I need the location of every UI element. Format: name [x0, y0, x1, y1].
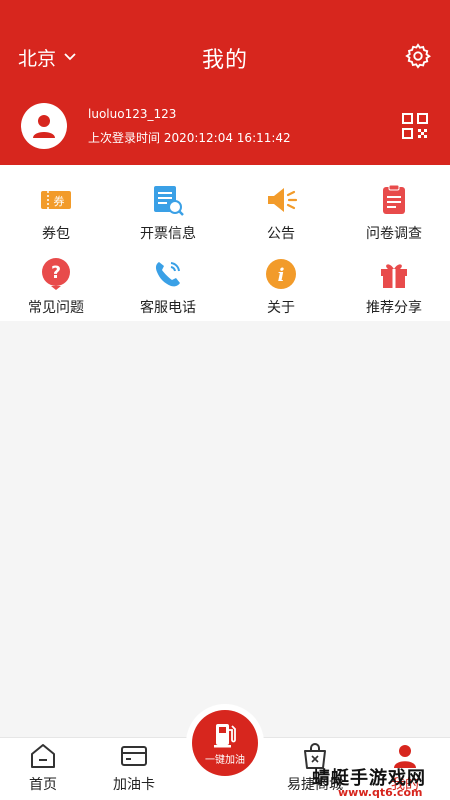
- grid-item-coupon[interactable]: 券 券包: [0, 173, 112, 245]
- question-icon: ?: [42, 258, 70, 290]
- gear-icon[interactable]: [404, 42, 432, 70]
- tab-label: 首页: [29, 777, 57, 793]
- profile-header: 北京 我的 luoluo123_123 上次登录时间 2020:12:04 16…: [0, 0, 450, 165]
- fuel-pump-icon: [214, 723, 236, 747]
- grid-item-label: 推荐分享: [366, 300, 422, 316]
- user-icon: [33, 115, 55, 138]
- one-click-refuel-button[interactable]: 一键加油: [192, 710, 258, 776]
- svg-text:i: i: [278, 265, 285, 286]
- grid-item-label: 客服电话: [140, 300, 196, 316]
- card-icon: [121, 746, 147, 766]
- grid-item-label: 公告: [267, 226, 295, 242]
- survey-icon: [383, 184, 405, 214]
- grid-item-label: 券包: [42, 226, 70, 242]
- grid-item-survey[interactable]: 问卷调查: [338, 173, 450, 245]
- qr-code-icon[interactable]: [401, 112, 429, 140]
- grid-item-about[interactable]: i 关于: [225, 247, 337, 319]
- page-title: 我的: [201, 48, 248, 73]
- grid-item-label: 关于: [267, 300, 295, 316]
- home-icon: [31, 744, 55, 768]
- grid-item-share[interactable]: 推荐分享: [338, 247, 450, 319]
- username: luoluo123_123: [88, 107, 177, 121]
- fab-label: 一键加油: [205, 754, 245, 766]
- grid-item-label: 开票信息: [140, 226, 196, 242]
- invoice-icon: [154, 186, 184, 216]
- grid-item-notice[interactable]: 公告: [225, 173, 337, 245]
- tab-label: 加油卡: [113, 777, 155, 793]
- phone-icon: [155, 262, 180, 287]
- feature-grid: 券 券包 开票信息 公告 问卷调查 ? 常见问题 客服电话 i 关于 推荐分享: [0, 165, 450, 321]
- last-login-time: 上次登录时间 2020:12:04 16:11:42: [88, 131, 291, 145]
- tab-fuel-card[interactable]: 加油卡: [99, 738, 169, 794]
- coupon-icon: 券: [41, 191, 71, 209]
- gift-icon: [381, 264, 407, 288]
- megaphone-icon: [268, 188, 298, 212]
- avatar[interactable]: [21, 103, 67, 149]
- fab-container: 一键加油: [186, 704, 264, 782]
- svg-text:?: ?: [51, 263, 61, 283]
- grid-item-service-phone[interactable]: 客服电话: [112, 247, 224, 319]
- grid-item-label: 常见问题: [28, 300, 84, 316]
- grid-item-faq[interactable]: ? 常见问题: [0, 247, 112, 319]
- svg-text:券: 券: [54, 194, 65, 208]
- watermark-url: www.qt6.com: [338, 786, 423, 799]
- tab-home[interactable]: 首页: [8, 738, 78, 794]
- grid-item-label: 问卷调查: [366, 226, 422, 242]
- grid-item-invoice[interactable]: 开票信息: [112, 173, 224, 245]
- info-icon: i: [266, 259, 296, 289]
